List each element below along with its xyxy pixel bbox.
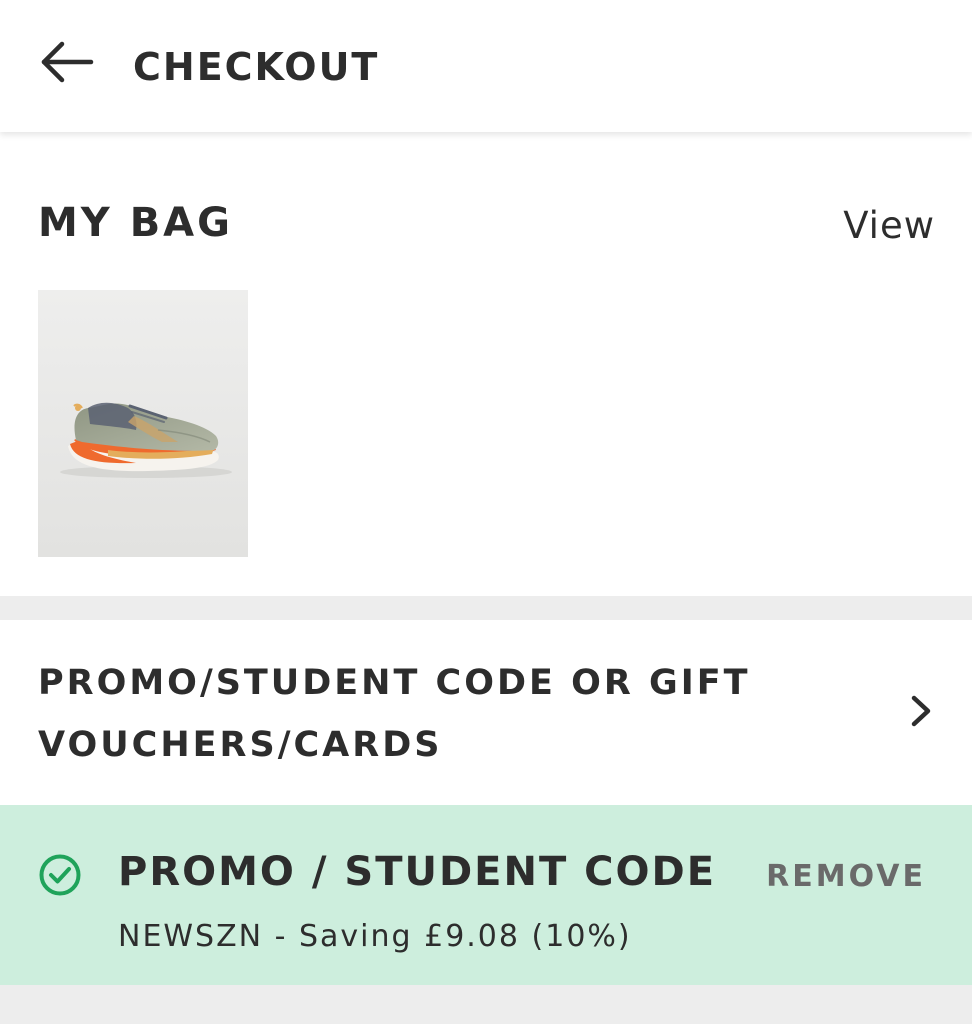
arrow-left-icon <box>41 41 94 83</box>
applied-promo-banner: PROMO / STUDENT CODE REMOVE NEWSZN - Sav… <box>0 805 972 985</box>
page-title: CHECKOUT <box>133 45 380 89</box>
bag-title: MY BAG <box>38 200 233 246</box>
check-circle-icon <box>38 853 82 897</box>
app-header: CHECKOUT <box>0 0 972 132</box>
bag-item-thumbnail[interactable] <box>38 290 248 557</box>
remove-promo-button[interactable]: REMOVE <box>766 857 926 897</box>
promo-code-entry-row[interactable]: PROMO/STUDENT CODE OR GIFT VOUCHERS/CARD… <box>0 620 972 805</box>
view-bag-link[interactable]: View <box>843 202 935 250</box>
bottom-divider <box>0 985 972 1024</box>
section-divider <box>0 596 972 620</box>
promo-entry-label: PROMO/STUDENT CODE OR GIFT VOUCHERS/CARD… <box>38 663 751 765</box>
back-button[interactable] <box>36 36 98 88</box>
applied-promo-title: PROMO / STUDENT CODE <box>118 849 717 895</box>
running-shoe-image <box>38 290 248 557</box>
applied-promo-detail: NEWSZN - Saving £9.08 (10%) <box>118 919 632 954</box>
my-bag-section: MY BAG View <box>0 132 972 596</box>
chevron-right-icon <box>906 690 936 732</box>
